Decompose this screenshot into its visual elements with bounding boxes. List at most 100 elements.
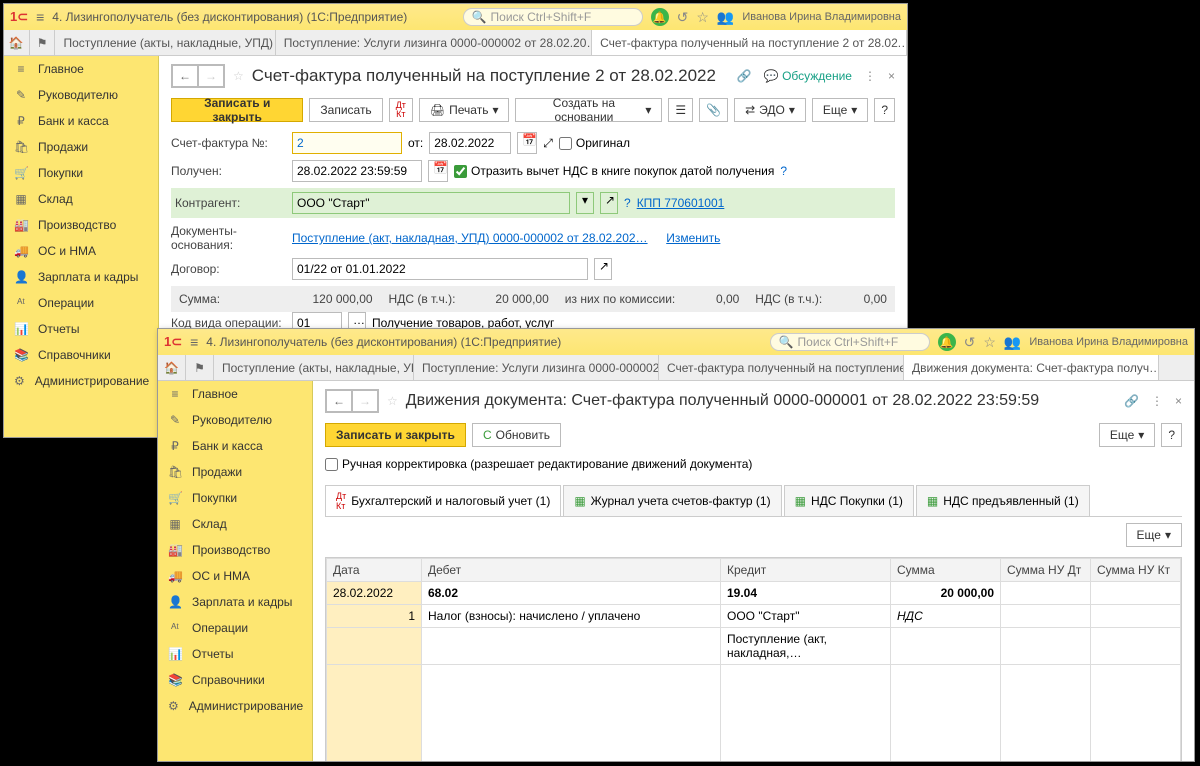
calendar-icon[interactable]: 📅: [517, 132, 537, 154]
bell-icon[interactable]: 🔔: [651, 8, 669, 26]
tab[interactable]: Поступление (акты, накладные, УПД)×: [55, 30, 275, 55]
table-row[interactable]: [327, 665, 1181, 762]
sidebar-item[interactable]: 📊Отчеты: [4, 316, 158, 342]
received-input[interactable]: [292, 160, 422, 182]
col-header[interactable]: Дата: [327, 559, 422, 582]
sidebar-item[interactable]: ▦Склад: [4, 186, 158, 212]
link-icon[interactable]: 🔗: [1124, 394, 1139, 408]
help-icon[interactable]: ?: [624, 196, 631, 210]
bell-icon[interactable]: 🔔: [938, 333, 956, 351]
tab[interactable]: Движения документа: Счет-фактура получ…×: [904, 355, 1159, 380]
dtktbutton[interactable]: ДтКт: [389, 98, 413, 122]
table-row[interactable]: Поступление (акт, накладная,…: [327, 628, 1181, 665]
back-button[interactable]: ←: [172, 65, 198, 87]
basis-link[interactable]: Поступление (акт, накладная, УПД) 0000-0…: [292, 231, 648, 245]
star-icon[interactable]: ☆: [696, 9, 709, 26]
original-checkbox[interactable]: Оригинал: [559, 136, 630, 150]
star-icon[interactable]: ☆: [983, 334, 996, 351]
history-icon[interactable]: ↺: [964, 334, 976, 351]
calendar-icon[interactable]: 📅: [428, 160, 448, 182]
table-row[interactable]: 28.02.2022 68.02 19.04 20 000,00: [327, 582, 1181, 605]
help-icon[interactable]: ?: [780, 164, 787, 178]
tab[interactable]: Поступление: Услуги лизинга 0000-000002……: [414, 355, 659, 380]
sidebar-item[interactable]: ⚙Администрирование: [4, 368, 158, 394]
save-button[interactable]: Записать: [309, 98, 382, 122]
more-button[interactable]: Еще ▾: [812, 98, 868, 122]
print-button[interactable]: 🖨 Печать ▾: [419, 98, 510, 122]
grid-more-button[interactable]: Еще ▾: [1126, 523, 1182, 547]
sidebar-item[interactable]: ₽Банк и касса: [4, 108, 158, 134]
more-icon[interactable]: ⋮: [1151, 394, 1163, 408]
edo-button[interactable]: ⇄ ЭДО ▾: [734, 98, 806, 122]
sidebar-item[interactable]: ✎Руководителю: [158, 407, 312, 433]
attach-button[interactable]: 📎: [699, 98, 728, 122]
more-icon[interactable]: ⋮: [864, 69, 876, 83]
sidebar-item[interactable]: ᴬᵗОперации: [4, 290, 158, 316]
search-input[interactable]: 🔍Поиск Ctrl+Shift+F: [770, 333, 930, 351]
link-icon[interactable]: 🔗: [737, 69, 752, 83]
star-icon[interactable]: ☆: [387, 394, 398, 408]
sidebar-item[interactable]: ▦Склад: [158, 511, 312, 537]
tab[interactable]: Поступление (акты, накладные, УПД)×: [214, 355, 414, 380]
kpp-link[interactable]: КПП 770601001: [637, 196, 725, 210]
subtab[interactable]: ДтКтБухгалтерский и налоговый учет (1): [325, 485, 561, 516]
sidebar-item[interactable]: ᴬᵗОперации: [158, 615, 312, 641]
home-icon[interactable]: 🏠: [4, 30, 30, 55]
col-header[interactable]: Кредит: [721, 559, 891, 582]
help-button[interactable]: ?: [1161, 423, 1182, 447]
open-icon[interactable]: ↗: [594, 258, 612, 280]
back-button[interactable]: ←: [326, 390, 352, 412]
reflect-checkbox[interactable]: Отразить вычет НДС в книге покупок датой…: [454, 164, 774, 178]
pin-icon[interactable]: ⚑: [30, 30, 56, 55]
open-icon[interactable]: ↗: [600, 192, 618, 214]
forward-button[interactable]: →: [198, 65, 224, 87]
pin-icon[interactable]: ⚑: [186, 355, 214, 380]
sidebar-item[interactable]: 🏭Производство: [4, 212, 158, 238]
sidebar-item[interactable]: ⚙Администрирование: [158, 693, 312, 719]
sidebar-item[interactable]: 👤Зарплата и кадры: [158, 589, 312, 615]
sidebar-item[interactable]: ₽Банк и касса: [158, 433, 312, 459]
save-close-button[interactable]: Записать и закрыть: [325, 423, 466, 447]
contract-input[interactable]: [292, 258, 588, 280]
subtab[interactable]: ▦НДС Покупки (1): [784, 485, 914, 516]
close-icon[interactable]: ×: [888, 69, 895, 83]
col-header[interactable]: Сумма НУ Кт: [1091, 559, 1181, 582]
dropdown-icon[interactable]: ▾: [576, 192, 594, 214]
counterparty-input[interactable]: [292, 192, 570, 214]
discuss-link[interactable]: 💬 Обсуждение: [764, 69, 852, 83]
search-input[interactable]: 🔍Поиск Ctrl+Shift+F: [463, 8, 643, 26]
history-icon[interactable]: ↺: [677, 9, 689, 26]
menu-icon[interactable]: ≡: [36, 9, 44, 25]
subtab[interactable]: ▦НДС предъявленный (1): [916, 485, 1090, 516]
sidebar-item[interactable]: ✎Руководителю: [4, 82, 158, 108]
create-on-button[interactable]: Создать на основании ▾: [515, 98, 662, 122]
more-button[interactable]: Еще ▾: [1099, 423, 1155, 447]
sidebar-item[interactable]: 🚚ОС и НМА: [4, 238, 158, 264]
sidebar-item[interactable]: ≡Главное: [4, 56, 158, 82]
sidebar-item[interactable]: 🏭Производство: [158, 537, 312, 563]
tab[interactable]: Счет-фактура полученный на поступление…×: [659, 355, 904, 380]
col-header[interactable]: Сумма НУ Дт: [1001, 559, 1091, 582]
subtab[interactable]: ▦Журнал учета счетов-фактур (1): [563, 485, 781, 516]
table-row[interactable]: 1 Налог (взносы): начислено / уплачено О…: [327, 605, 1181, 628]
sidebar-item[interactable]: 📊Отчеты: [158, 641, 312, 667]
col-header[interactable]: Сумма: [891, 559, 1001, 582]
col-header[interactable]: Дебет: [422, 559, 721, 582]
forward-button[interactable]: →: [352, 390, 378, 412]
tab[interactable]: Счет-фактура полученный на поступление 2…: [592, 30, 907, 55]
sidebar-item[interactable]: 📚Справочники: [158, 667, 312, 693]
sidebar-item[interactable]: 🛍Продажи: [158, 459, 312, 485]
sidebar-item[interactable]: ≡Главное: [158, 381, 312, 407]
change-link[interactable]: Изменить: [666, 231, 720, 245]
help-button[interactable]: ?: [874, 98, 895, 122]
sf-num-input[interactable]: [292, 132, 402, 154]
close-icon[interactable]: ×: [1175, 394, 1182, 408]
sidebar-item[interactable]: 🛒Покупки: [158, 485, 312, 511]
expand-icon[interactable]: ⤢: [543, 136, 553, 151]
sidebar-item[interactable]: 🚚ОС и НМА: [158, 563, 312, 589]
refresh-button[interactable]: С Обновить: [472, 423, 561, 447]
menu-icon[interactable]: ≡: [190, 334, 198, 350]
sidebar-item[interactable]: 🛒Покупки: [4, 160, 158, 186]
sidebar-item[interactable]: 👤Зарплата и кадры: [4, 264, 158, 290]
star-icon[interactable]: ☆: [233, 69, 244, 83]
